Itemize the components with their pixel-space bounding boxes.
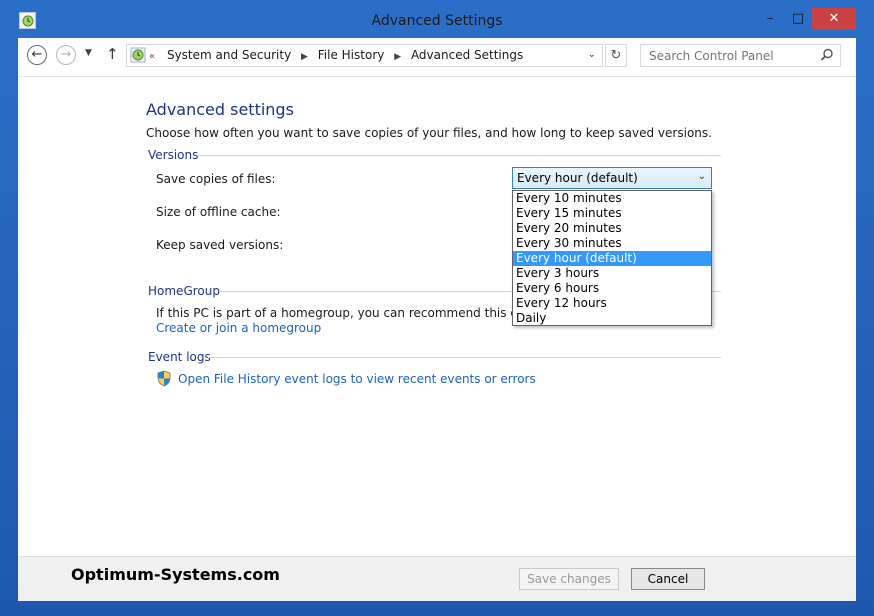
save-copies-selected-value: Every hour (default) — [517, 171, 638, 185]
client-area: ← → ▼ ↑ « System and Security ▶ File His… — [18, 38, 856, 601]
dropdown-option[interactable]: Every 15 minutes — [513, 206, 711, 221]
save-copies-select[interactable]: Every hour (default) ⌄ — [512, 167, 712, 189]
keep-versions-label: Keep saved versions: — [156, 238, 284, 252]
title-bar[interactable]: Advanced Settings – □ ✕ — [0, 0, 874, 40]
breadcrumb-system-and-security[interactable]: System and Security — [167, 48, 291, 62]
event-logs-heading: Event logs — [148, 350, 211, 364]
back-button[interactable]: ← — [27, 45, 47, 65]
chevron-down-icon: ⌄ — [587, 49, 596, 60]
page-description: Choose how often you want to save copies… — [146, 126, 712, 140]
save-copies-label: Save copies of files: — [156, 172, 276, 186]
dropdown-option[interactable]: Every 10 minutes — [513, 191, 711, 206]
file-history-icon — [130, 47, 146, 63]
versions-heading: Versions — [148, 148, 199, 162]
dropdown-option[interactable]: Every 12 hours — [513, 296, 711, 311]
address-dropdown-button[interactable]: ⌄ — [588, 49, 596, 60]
arrow-up-icon: ↑ — [106, 45, 119, 63]
forward-button[interactable]: → — [56, 45, 76, 65]
search-box[interactable] — [640, 44, 841, 67]
event-logs-link[interactable]: Open File History event logs to view rec… — [178, 372, 536, 386]
footer-bar: Optimum-Systems.com Save changes Cancel — [18, 556, 856, 601]
breadcrumb-file-history[interactable]: File History — [318, 48, 385, 62]
dropdown-option[interactable]: Every hour (default) — [513, 251, 711, 266]
cancel-button[interactable]: Cancel — [631, 568, 705, 590]
shield-icon — [157, 370, 171, 387]
arrow-right-icon: → — [60, 47, 72, 62]
breadcrumb: « System and Security ▶ File History ▶ A… — [149, 48, 523, 62]
dropdown-option[interactable]: Daily — [513, 311, 711, 326]
breadcrumb-separator-icon[interactable]: ▶ — [394, 52, 401, 62]
event-logs-divider — [208, 357, 721, 358]
recent-locations-button[interactable]: ▼ — [85, 48, 92, 58]
chevron-down-icon: ▼ — [85, 48, 92, 58]
settings-content: Advanced settings Choose how often you w… — [18, 77, 856, 557]
dropdown-option[interactable]: Every 3 hours — [513, 266, 711, 281]
refresh-button[interactable]: ↻ — [605, 44, 627, 67]
dropdown-option[interactable]: Every 30 minutes — [513, 236, 711, 251]
page-title: Advanced settings — [146, 100, 294, 119]
arrow-left-icon: ← — [31, 47, 43, 62]
navigation-bar: ← → ▼ ↑ « System and Security ▶ File His… — [18, 38, 856, 77]
breadcrumb-advanced-settings[interactable]: Advanced Settings — [411, 48, 523, 62]
save-copies-dropdown-list: Every 10 minutes Every 15 minutes Every 20… — [512, 190, 712, 326]
dropdown-option[interactable]: Every 20 minutes — [513, 221, 711, 236]
breadcrumb-overflow[interactable]: « — [149, 51, 155, 62]
dropdown-option[interactable]: Every 6 hours — [513, 281, 711, 296]
create-homegroup-link[interactable]: Create or join a homegroup — [156, 321, 321, 335]
refresh-icon: ↻ — [610, 48, 622, 63]
homegroup-text: If this PC is part of a homegroup, you c… — [156, 306, 557, 320]
window-title: Advanced Settings — [371, 13, 503, 29]
close-button[interactable]: ✕ — [812, 8, 856, 30]
breadcrumb-separator-icon[interactable]: ▶ — [301, 52, 308, 62]
search-input[interactable] — [641, 45, 819, 66]
save-changes-button[interactable]: Save changes — [519, 568, 619, 590]
versions-divider — [198, 155, 721, 156]
homegroup-heading: HomeGroup — [148, 284, 220, 298]
offline-cache-label: Size of offline cache: — [156, 205, 281, 219]
window-frame: Advanced Settings – □ ✕ ← → ▼ ↑ « System… — [0, 0, 874, 616]
watermark-text: Optimum-Systems.com — [71, 565, 280, 584]
search-icon[interactable] — [820, 48, 834, 62]
address-bar[interactable]: « System and Security ▶ File History ▶ A… — [126, 44, 603, 67]
up-button[interactable]: ↑ — [106, 45, 119, 63]
chevron-down-icon: ⌄ — [697, 171, 706, 182]
